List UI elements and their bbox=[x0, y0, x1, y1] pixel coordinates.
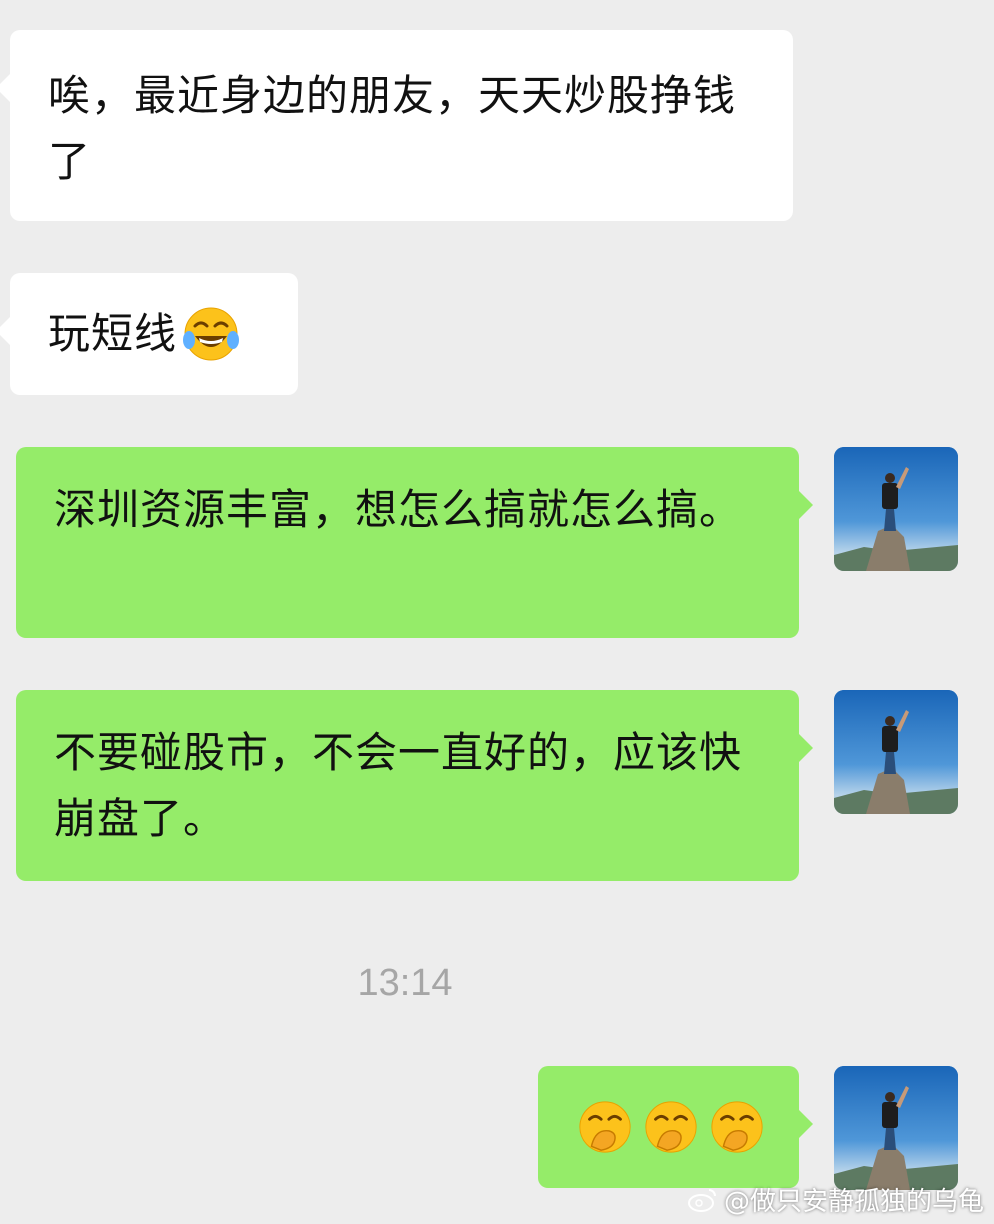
incoming-message-bubble[interactable]: 唉，最近身边的朋友，天天炒股挣钱了 bbox=[0, 30, 793, 221]
person-on-rock-image bbox=[834, 690, 958, 814]
bubble-tail bbox=[0, 74, 10, 102]
bubble-tail bbox=[799, 491, 813, 519]
emoji-row bbox=[576, 1066, 799, 1188]
weibo-watermark: @做只安静孤独的乌龟 bbox=[687, 1181, 984, 1218]
watermark-text: @做只安静孤独的乌龟 bbox=[723, 1187, 984, 1217]
outgoing-message-bubble[interactable] bbox=[538, 1066, 813, 1188]
weibo-icon bbox=[687, 1188, 716, 1212]
user-avatar[interactable] bbox=[834, 447, 958, 571]
message-timestamp: 13:14 bbox=[357, 962, 453, 1004]
outgoing-message-bubble[interactable]: 深圳资源丰富，想怎么搞就怎么搞。 bbox=[16, 447, 813, 638]
person-on-rock-image bbox=[834, 447, 958, 571]
face-with-tears-of-joy-icon bbox=[183, 307, 240, 361]
person-on-rock-image bbox=[834, 1066, 958, 1190]
bubble-tail bbox=[799, 734, 813, 762]
message-text: 不要碰股市，不会一直好的，应该快崩盘了。 bbox=[54, 728, 743, 843]
bubble-tail bbox=[799, 1110, 813, 1138]
hand-over-mouth-face-icon bbox=[579, 1101, 631, 1153]
user-avatar[interactable] bbox=[834, 690, 958, 814]
message-text: 唉，最近身边的朋友，天天炒股挣钱了 bbox=[48, 71, 737, 186]
message-text: 深圳资源丰富，想怎么搞就怎么搞。 bbox=[54, 485, 743, 534]
hand-over-mouth-face-icon bbox=[711, 1101, 763, 1153]
bubble-tail bbox=[0, 317, 10, 345]
user-avatar[interactable] bbox=[834, 1066, 958, 1190]
outgoing-message-bubble[interactable]: 不要碰股市，不会一直好的，应该快崩盘了。 bbox=[16, 690, 813, 881]
message-text: 玩短线 bbox=[48, 309, 178, 358]
hand-over-mouth-face-icon bbox=[645, 1101, 697, 1153]
incoming-message-bubble[interactable]: 玩短线 bbox=[0, 273, 298, 395]
